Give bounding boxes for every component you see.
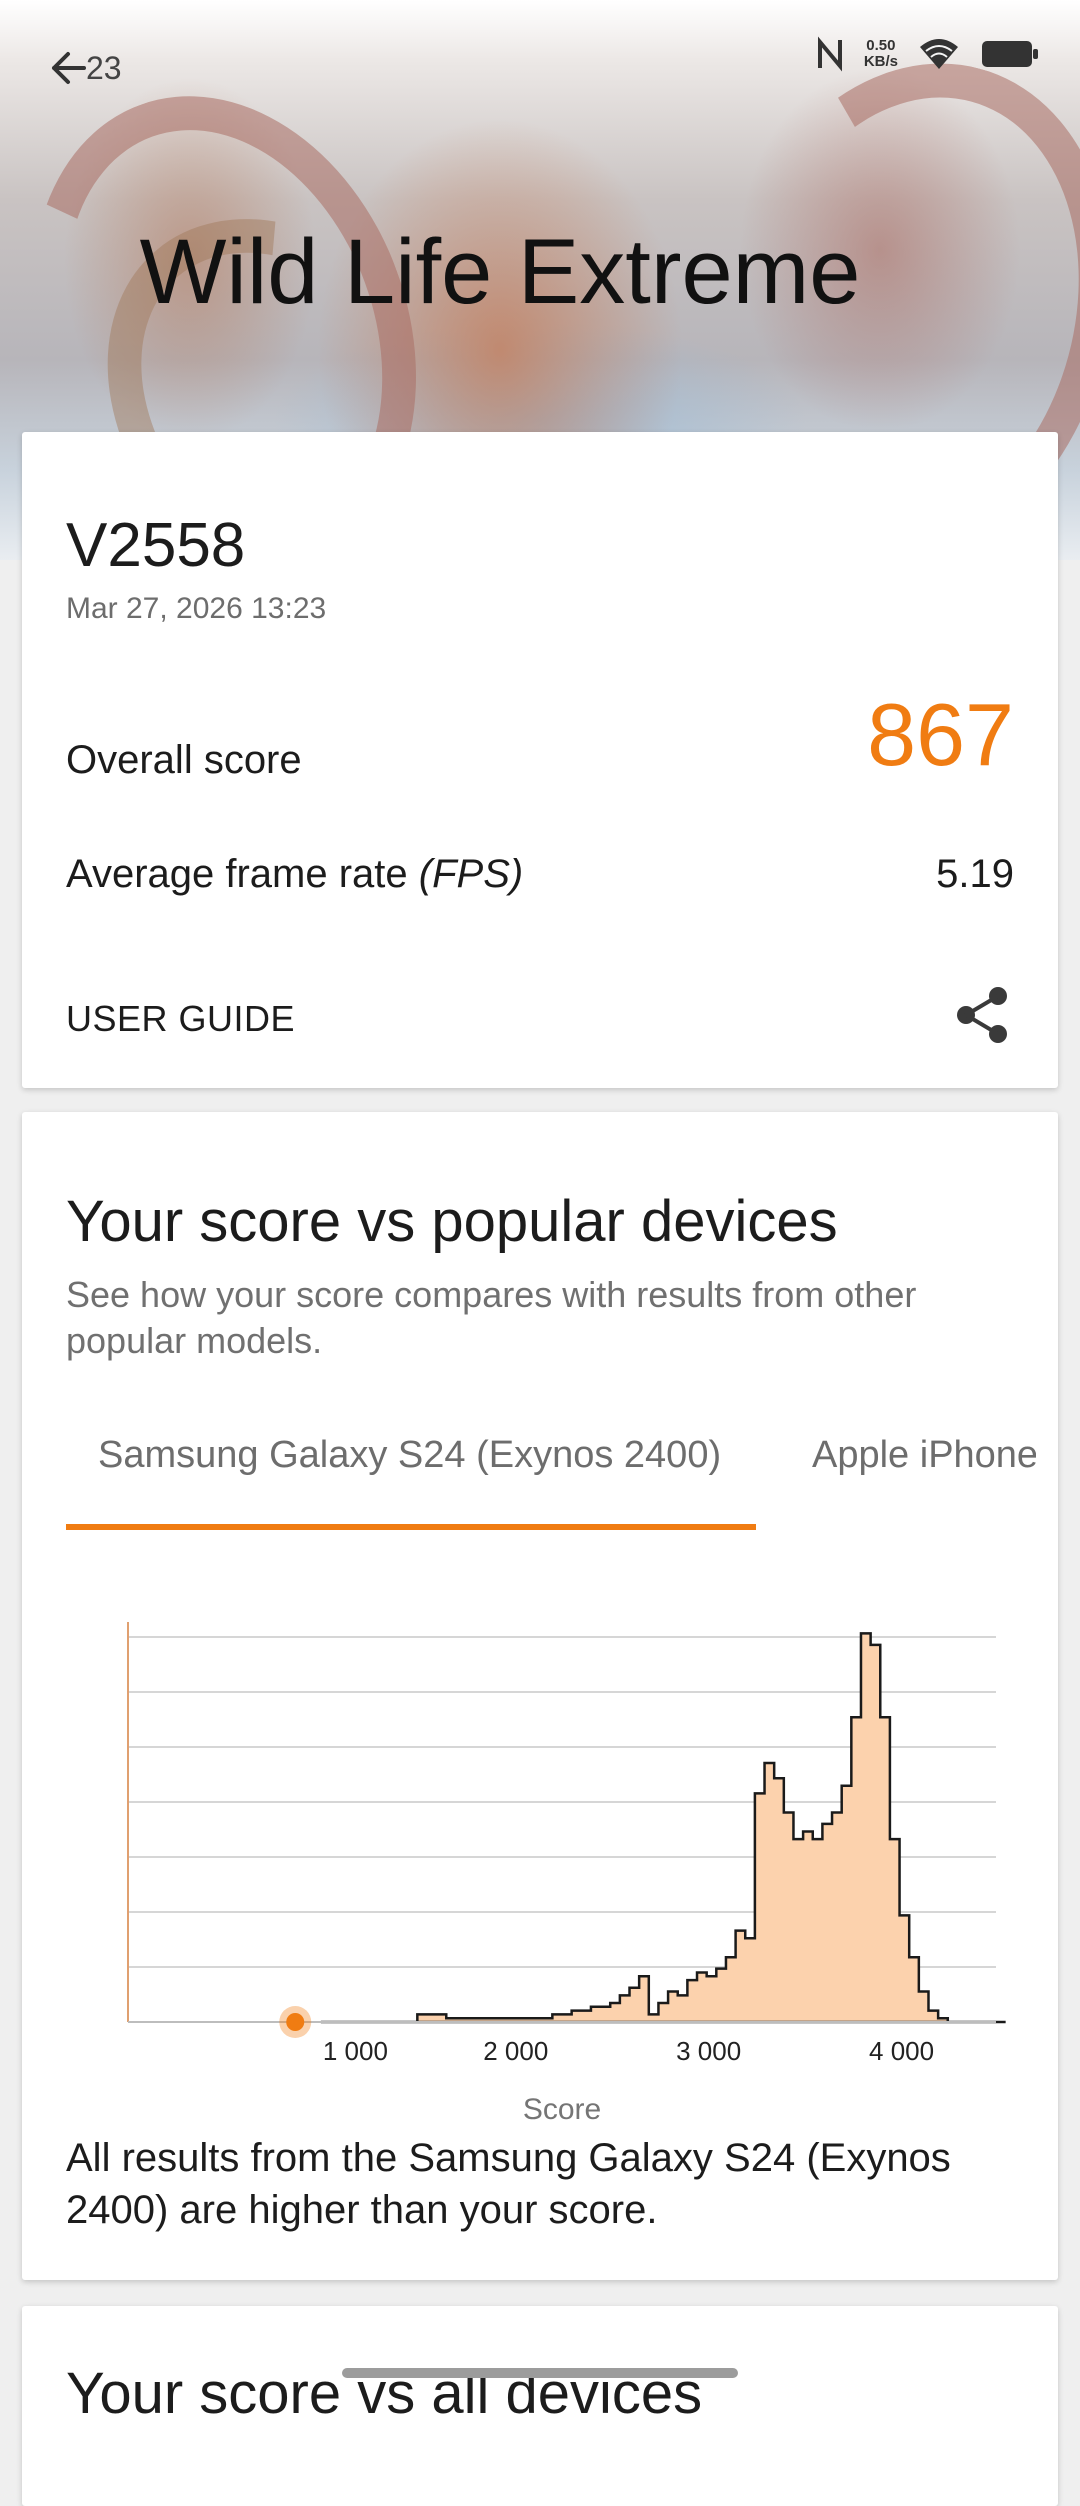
all-devices-card: Your score vs all devices	[22, 2306, 1058, 2506]
result-card: V2558 Mar 27, 2026 13:23 Overall score 8…	[22, 432, 1058, 1088]
x-tick-label: 3 000	[676, 2036, 741, 2066]
net-speed-value: 0.50	[866, 37, 896, 54]
battery-icon	[982, 41, 1038, 67]
page-title: Wild Life Extreme	[139, 221, 861, 323]
net-speed: 0.50 KB/s	[864, 38, 898, 70]
score-distribution-chart: 1 000 2 000 3 000 4 000 Score	[127, 1622, 1006, 2126]
fps-label: Average frame rate (FPS)	[66, 852, 523, 897]
overall-score-label: Overall score	[66, 738, 302, 782]
test-date: Mar 27, 2026 13:23	[66, 592, 327, 625]
share-icon	[957, 987, 1007, 1043]
x-tick-label: 2 000	[483, 2036, 548, 2066]
net-speed-unit: KB/s	[863, 53, 898, 70]
x-tick-label: 4 000	[869, 2036, 934, 2066]
x-axis-label: Score	[523, 2093, 601, 2126]
your-score-marker	[286, 2013, 305, 2031]
overall-score-value: 867	[867, 685, 1014, 784]
x-tick-labels: 1 000 2 000 3 000 4 000	[323, 2036, 934, 2066]
device-tabs: Samsung Galaxy S24 (Exynos 2400) Apple i…	[66, 1434, 1036, 1554]
home-indicator[interactable]	[342, 2368, 738, 2378]
user-guide-button[interactable]: USER GUIDE	[66, 998, 295, 1040]
nfc-icon	[817, 36, 842, 72]
fps-label-text: Average frame rate	[66, 852, 408, 896]
back-button[interactable]	[48, 38, 118, 98]
x-tick-label: 1 000	[323, 2036, 388, 2066]
share-button[interactable]	[952, 984, 1014, 1046]
device-name: V2558	[66, 511, 246, 580]
fps-value: 5.19	[936, 852, 1014, 896]
tab-apple-iphone[interactable]: Apple iPhone	[812, 1434, 1036, 1477]
wifi-icon	[920, 39, 958, 69]
fps-unit: (FPS)	[418, 852, 524, 896]
section-description: See how your score compares with results…	[66, 1274, 917, 1361]
tab-samsung-galaxy-s24[interactable]: Samsung Galaxy S24 (Exynos 2400)	[98, 1434, 721, 1477]
status-icons: 0.50 KB/s	[816, 36, 1040, 72]
status-bar: 23 0.50 KB/s	[0, 0, 1080, 130]
arrow-left-icon	[52, 52, 86, 84]
comparison-note: All results from the Samsung Galaxy S24 …	[66, 2136, 951, 2232]
comparison-card: Your score vs popular devices See how yo…	[22, 1112, 1058, 2280]
section-title: Your score vs popular devices	[66, 1189, 838, 1254]
selected-tab-indicator	[66, 1524, 756, 1530]
